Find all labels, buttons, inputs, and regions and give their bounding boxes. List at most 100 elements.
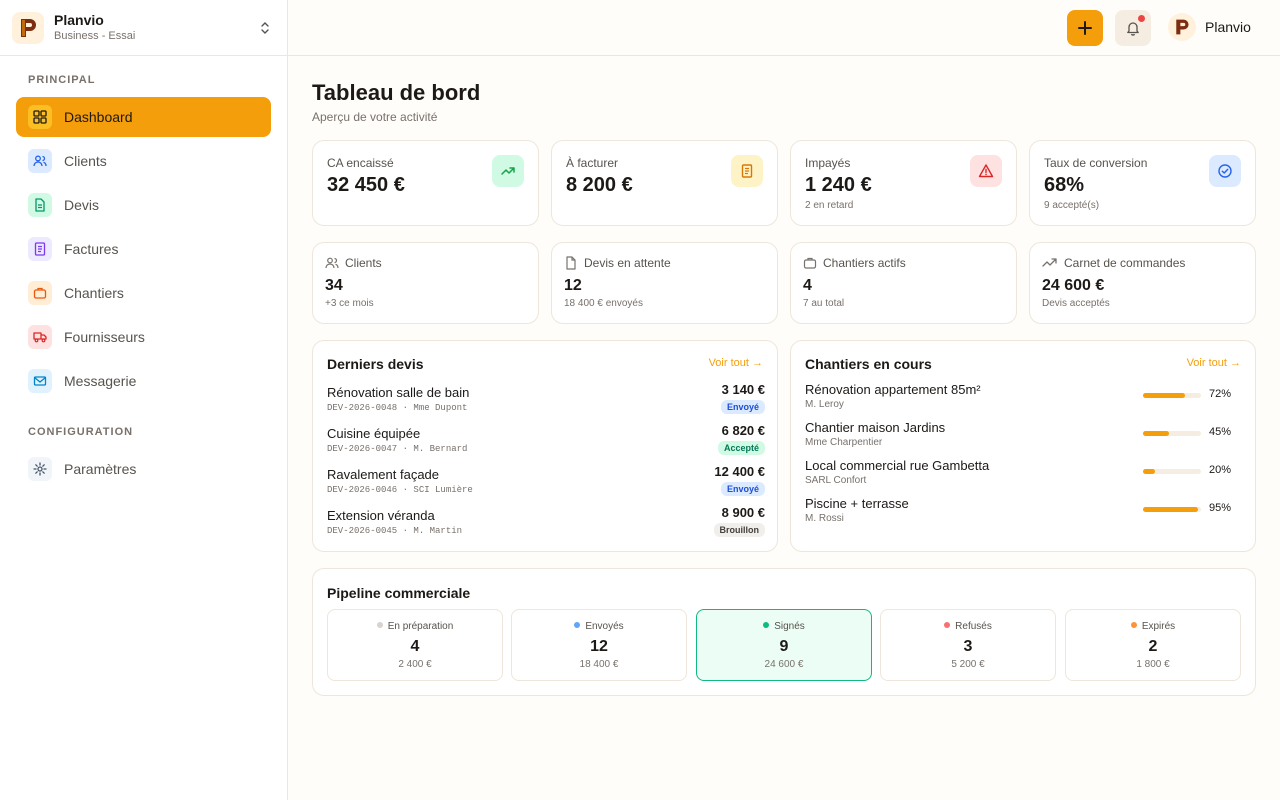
kpi-sub: 2 en retard <box>805 200 854 211</box>
stage-amount: 24 600 € <box>764 659 804 670</box>
pipeline-panel: Pipeline commerciale En préparation 4 2 … <box>312 568 1256 696</box>
kpi-card-taux-conversion[interactable]: Taux de conversion 68% 9 accepté(s) <box>1029 140 1256 226</box>
stage-amount: 2 400 € <box>398 659 432 670</box>
sidebar-item-label: Chantiers <box>64 285 124 301</box>
stat-value: 4 <box>803 277 812 294</box>
site-row[interactable]: Chantier maison Jardins Mme Charpentier … <box>805 420 1243 454</box>
status-badge: Accepté <box>717 441 765 455</box>
kpi-value: 32 450 € <box>327 174 405 196</box>
notification-dot <box>1138 15 1145 22</box>
stage-label: Expirés <box>1141 621 1176 632</box>
plus-icon <box>1078 21 1092 35</box>
quote-row[interactable]: Extension véranda DEV-2026-0045 · M. Mar… <box>327 505 765 548</box>
kpi-value: 8 200 € <box>566 174 633 196</box>
user-menu[interactable]: Planvio <box>1168 13 1251 41</box>
status-badge: Brouillon <box>713 523 765 537</box>
pipeline-stage-signes[interactable]: Signés 9 24 600 € <box>696 609 872 681</box>
quote-row[interactable]: Rénovation salle de bain DEV-2026-0048 ·… <box>327 382 765 425</box>
stage-label: En préparation <box>387 621 454 632</box>
pipeline-stage-envoyes[interactable]: Envoyés 12 18 400 € <box>511 609 687 681</box>
stage-amount: 5 200 € <box>951 659 985 670</box>
quote-name: Ravalement façade <box>327 467 440 482</box>
top-bar: Planvio <box>288 0 1280 56</box>
active-sites-panel: Chantiers en cours Voir tout → Rénovatio… <box>790 340 1256 552</box>
view-all-sites-link[interactable]: Voir tout → <box>1187 357 1241 369</box>
invoice-icon <box>28 237 52 261</box>
stage-count: 12 <box>590 638 608 655</box>
quote-row[interactable]: Cuisine équipée DEV-2026-0047 · M. Berna… <box>327 423 765 466</box>
chevron-up-down-icon[interactable] <box>257 20 273 36</box>
pipeline-stage-expires[interactable]: Expirés 2 1 800 € <box>1065 609 1241 681</box>
stat-value: 24 600 € <box>1042 277 1105 294</box>
stage-amount: 1 800 € <box>1136 659 1170 670</box>
sidebar-item-parametres[interactable]: Paramètres <box>16 449 271 489</box>
site-row[interactable]: Piscine + terrasse M. Rossi 95% <box>805 496 1243 530</box>
stat-sub: Devis acceptés <box>1042 298 1110 309</box>
panel-title: Pipeline commerciale <box>327 585 471 601</box>
progress-label: 95% <box>1209 502 1232 514</box>
sidebar-item-dashboard[interactable]: Dashboard <box>16 97 271 137</box>
kpi-card-a-facturer[interactable]: À facturer 8 200 € <box>551 140 778 226</box>
quote-row[interactable]: Ravalement façade DEV-2026-0046 · SCI Lu… <box>327 464 765 507</box>
sidebar-item-fournisseurs[interactable]: Fournisseurs <box>16 317 271 357</box>
progress-fill <box>1143 469 1155 474</box>
pipeline-stage-preparation[interactable]: En préparation 4 2 400 € <box>327 609 503 681</box>
kpi-label: À facturer <box>566 156 619 170</box>
stat-card-chantiers-actifs[interactable]: Chantiers actifs 4 7 au total <box>790 242 1017 324</box>
sidebar-item-clients[interactable]: Clients <box>16 141 271 181</box>
stat-card-devis-en-attente[interactable]: Devis en attente 12 18 400 € envoyés <box>551 242 778 324</box>
sidebar-item-messagerie[interactable]: Messagerie <box>16 361 271 401</box>
view-all-quotes-link[interactable]: Voir tout → <box>709 357 763 369</box>
site-client: Mme Charpentier <box>805 437 883 448</box>
site-client: SARL Confort <box>805 475 867 486</box>
stage-count: 3 <box>963 638 973 655</box>
kpi-label: Impayés <box>805 156 851 170</box>
progress-fill <box>1143 507 1199 512</box>
trending-up-icon <box>1042 258 1057 267</box>
stat-sub: +3 ce mois <box>325 298 374 309</box>
progress-bar <box>1143 431 1201 436</box>
sidebar-item-devis[interactable]: Devis <box>16 185 271 225</box>
sidebar-item-factures[interactable]: Factures <box>16 229 271 269</box>
stat-value: 34 <box>325 277 343 294</box>
notifications-button[interactable] <box>1115 10 1151 46</box>
stat-card-carnet-commandes[interactable]: Carnet de commandes 24 600 € Devis accep… <box>1029 242 1256 324</box>
sidebar-item-label: Paramètres <box>64 461 137 477</box>
progress-label: 20% <box>1209 464 1232 476</box>
progress-label: 45% <box>1209 426 1232 438</box>
progress-fill <box>1143 393 1185 398</box>
quote-name: Rénovation salle de bain <box>327 385 470 400</box>
panel-title: Chantiers en cours <box>805 356 932 372</box>
avatar <box>1168 13 1196 41</box>
status-badge: Envoyé <box>720 400 765 414</box>
stage-count: 2 <box>1148 638 1158 655</box>
kpi-card-ca-encaisse[interactable]: CA encaissé 32 450 € <box>312 140 539 226</box>
kpi-sub: 9 accepté(s) <box>1044 200 1100 211</box>
truck-icon <box>28 325 52 349</box>
recent-quotes-panel: Derniers devis Voir tout → Rénovation sa… <box>312 340 778 552</box>
users-icon <box>325 257 339 269</box>
status-dot <box>574 622 581 628</box>
status-dot <box>944 622 951 628</box>
sidebar-item-label: Devis <box>64 197 100 213</box>
status-badge: Envoyé <box>720 482 765 496</box>
kpi-card-impayes[interactable]: Impayés 1 240 € 2 en retard <box>790 140 1017 226</box>
stat-card-clients[interactable]: Clients 34 +3 ce mois <box>312 242 539 324</box>
quote-amount: 8 900 € <box>721 505 765 520</box>
site-name: Local commercial rue Gambetta <box>805 458 990 473</box>
sidebar-item-label: Fournisseurs <box>64 329 145 345</box>
quote-amount: 3 140 € <box>721 382 765 397</box>
add-button[interactable] <box>1067 10 1103 46</box>
site-row[interactable]: Rénovation appartement 85m² M. Leroy 72% <box>805 382 1243 416</box>
file-icon <box>566 256 576 270</box>
workspace-switcher[interactable]: Planvio Business - Essai <box>0 0 287 56</box>
workspace-plan: Business - Essai <box>54 30 136 42</box>
pipeline-stage-refuses[interactable]: Refusés 3 5 200 € <box>880 609 1056 681</box>
sidebar-item-chantiers[interactable]: Chantiers <box>16 273 271 313</box>
site-row[interactable]: Local commercial rue Gambetta SARL Confo… <box>805 458 1243 492</box>
trending-up-icon <box>492 155 524 187</box>
alert-icon <box>970 155 1002 187</box>
page-subtitle: Aperçu de votre activité <box>312 110 438 124</box>
page-title: Tableau de bord <box>312 80 481 105</box>
invoice-icon <box>731 155 763 187</box>
